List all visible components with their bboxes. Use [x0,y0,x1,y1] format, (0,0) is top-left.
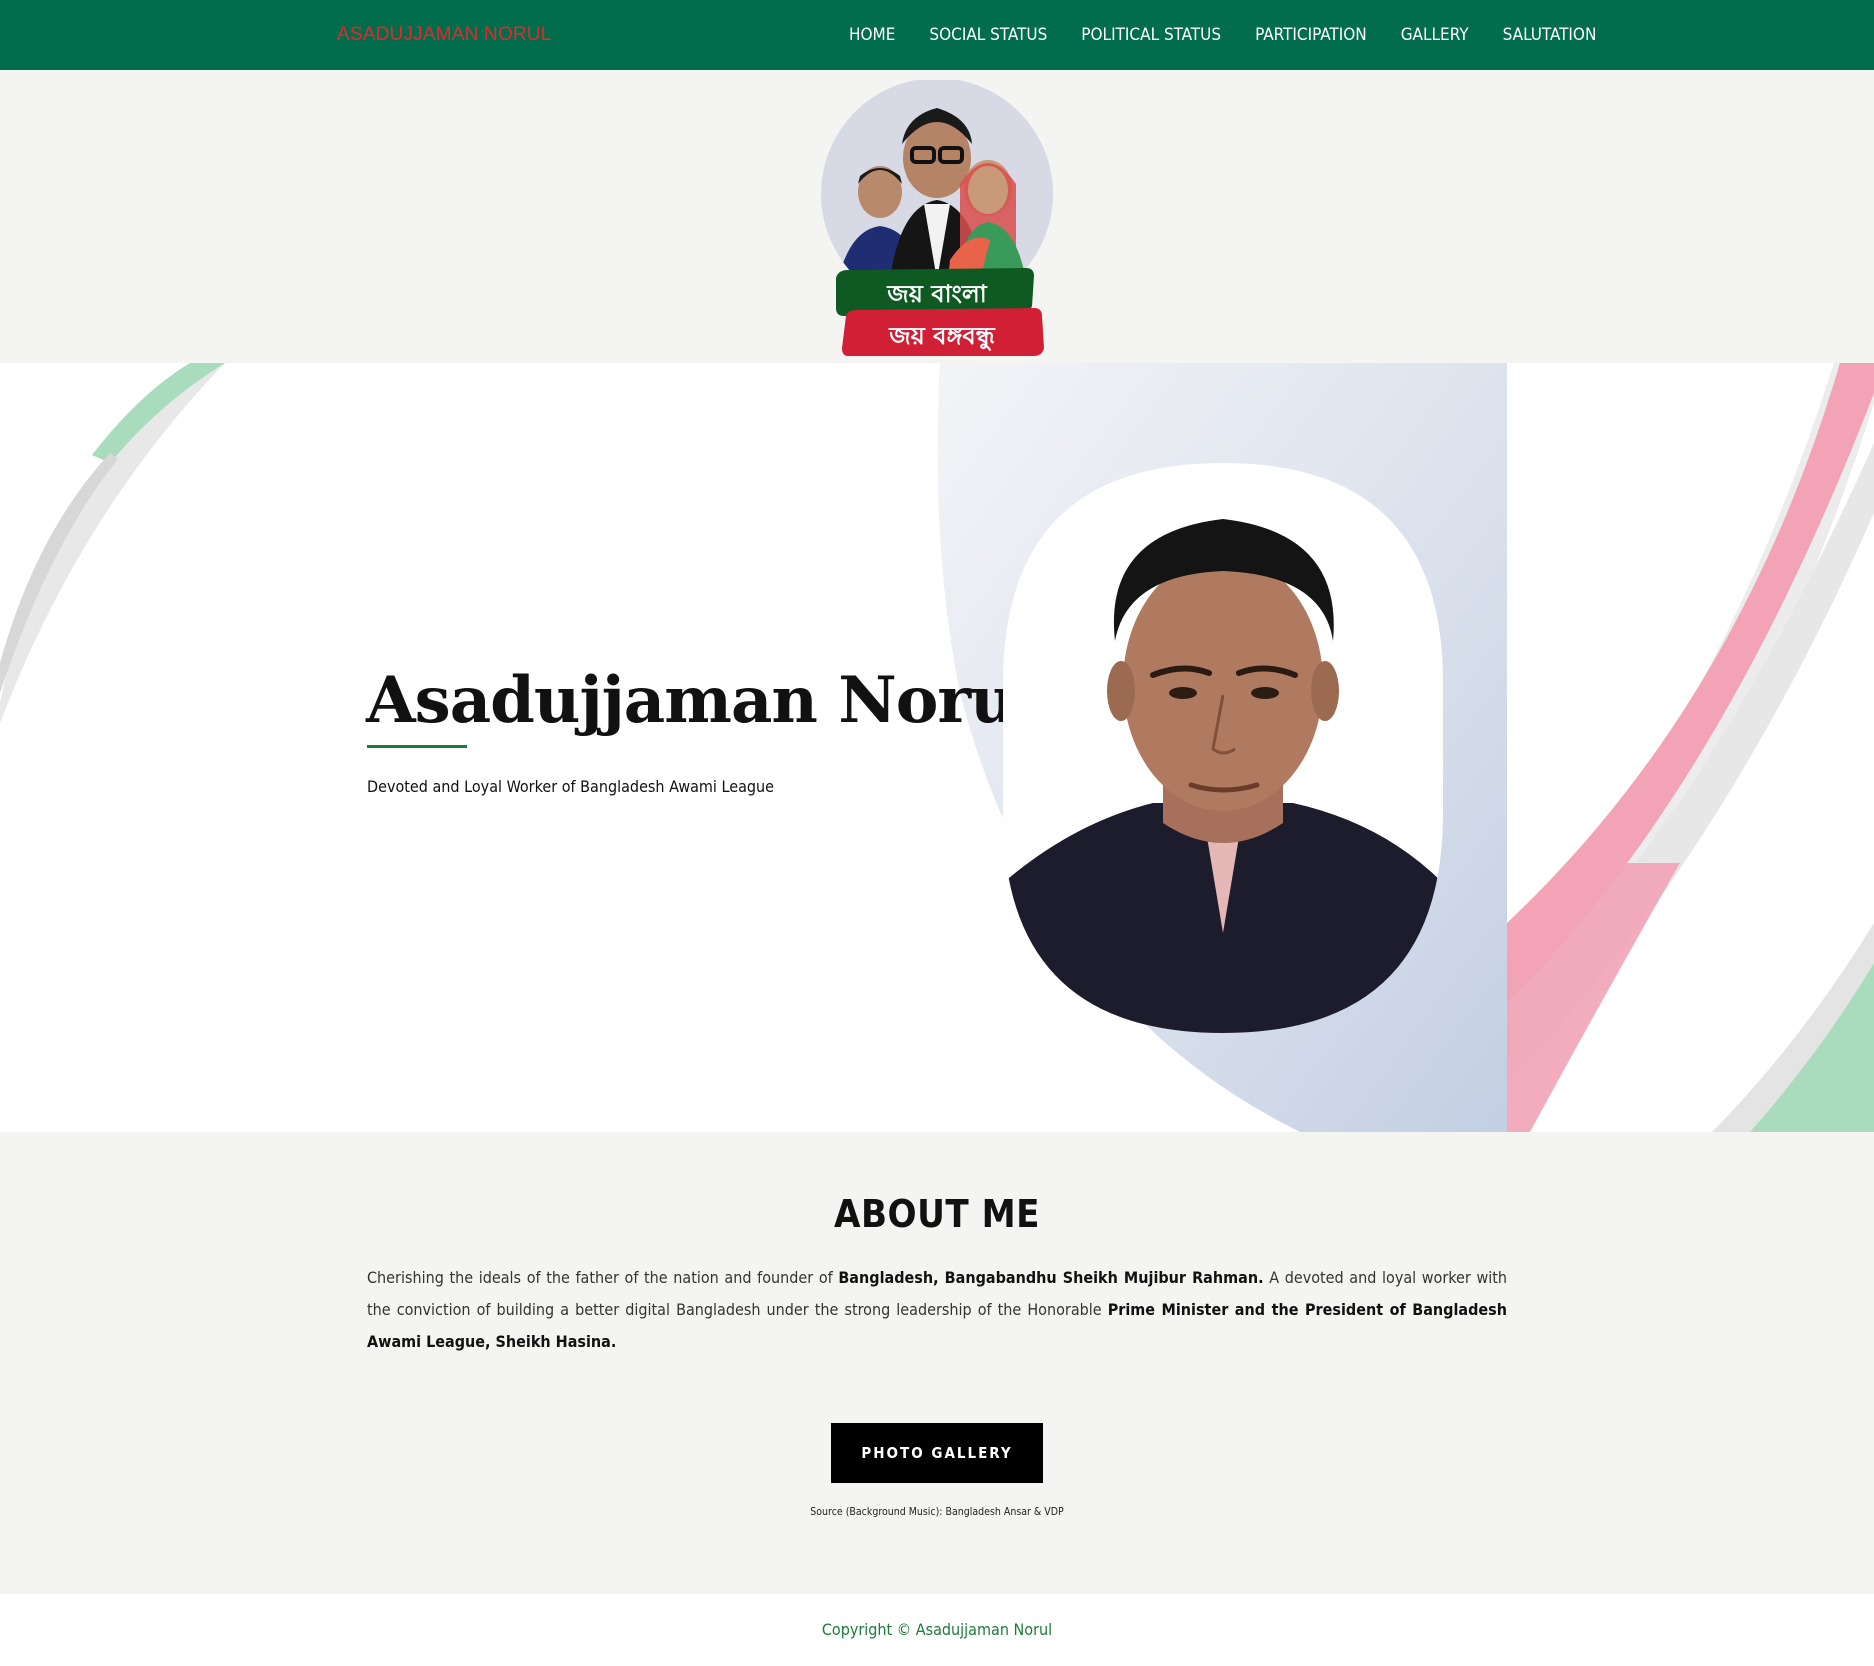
copyright-text: Copyright © Asadujjaman Norul [821,1620,1053,1639]
about-section: ABOUT ME Cherishing the ideals of the fa… [0,1132,1874,1594]
hero-section: Asadujjaman Norul Devoted and Loyal Work… [0,363,1874,1132]
nav-item-gallery[interactable]: GALLERY [1401,25,1469,45]
nav-item-participation[interactable]: PARTICIPATION [1255,25,1367,45]
hero-title-underline [367,745,467,748]
about-heading: ABOUT ME [834,1192,1040,1236]
about-text-bold-1: Bangladesh, Bangabandhu Sheikh Mujibur R… [838,1268,1264,1287]
hero-subtitle: Devoted and Loyal Worker of Bangladesh A… [367,777,775,796]
brand-logo-text[interactable]: ASADUJJAMAN NORUL [337,24,552,46]
nav-item-social-status[interactable]: SOCIAL STATUS [929,25,1047,45]
about-text-part-1: Cherishing the ideals of the father of t… [367,1268,839,1287]
profile-portrait-image [1003,463,1443,1033]
page-footer: Copyright © Asadujjaman Norul [0,1594,1874,1666]
nav-item-home[interactable]: HOME [849,25,895,45]
party-emblem-image: জয় বাংলা জয় বঙ্গবন্ধু [821,80,1053,356]
photo-gallery-button[interactable]: PHOTO GALLERY [831,1423,1043,1483]
nav-item-political-status[interactable]: POLITICAL STATUS [1081,25,1221,45]
top-navbar: ASADUJJAMAN NORUL HOME SOCIAL STATUS POL… [0,0,1874,70]
hero-name-heading: Asadujjaman Norul [366,663,1040,738]
main-nav: HOME SOCIAL STATUS POLITICAL STATUS PART… [849,25,1596,45]
emblem-line-2: জয় বঙ্গবন্ধু [888,322,996,351]
background-music-source-note: Source (Background Music): Bangladesh An… [810,1506,1064,1518]
emblem-line-1: জয় বাংলা [886,280,987,308]
nav-item-salutation[interactable]: SALUTATION [1503,25,1597,45]
about-paragraph: Cherishing the ideals of the father of t… [367,1262,1507,1358]
hero-background-decoration [0,363,1874,1132]
